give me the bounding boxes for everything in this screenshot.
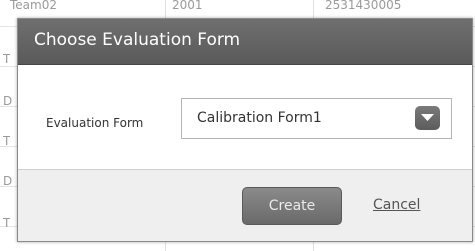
dialog-title: Choose Evaluation Form xyxy=(34,30,241,50)
select-value: Calibration Form1 xyxy=(197,110,322,126)
table-cell: D xyxy=(3,96,13,108)
table-cell: T xyxy=(3,218,11,230)
dialog-footer: Create Cancel xyxy=(18,170,472,241)
evaluation-form-dialog: Choose Evaluation Form Evaluation Form C… xyxy=(17,18,473,242)
dialog-body: Evaluation Form Calibration Form1 xyxy=(18,65,472,170)
evaluation-form-label: Evaluation Form xyxy=(46,116,144,130)
chevron-down-icon xyxy=(421,114,434,121)
dialog-header[interactable]: Choose Evaluation Form xyxy=(18,19,472,65)
dropdown-arrow-button[interactable] xyxy=(415,106,440,130)
table-cell: T xyxy=(3,136,11,148)
evaluation-form-select[interactable]: Calibration Form1 xyxy=(181,98,452,139)
table-cell: T xyxy=(3,54,11,66)
cancel-link[interactable]: Cancel xyxy=(373,197,420,213)
create-button[interactable]: Create xyxy=(242,187,342,225)
table-cell: D xyxy=(3,176,13,188)
